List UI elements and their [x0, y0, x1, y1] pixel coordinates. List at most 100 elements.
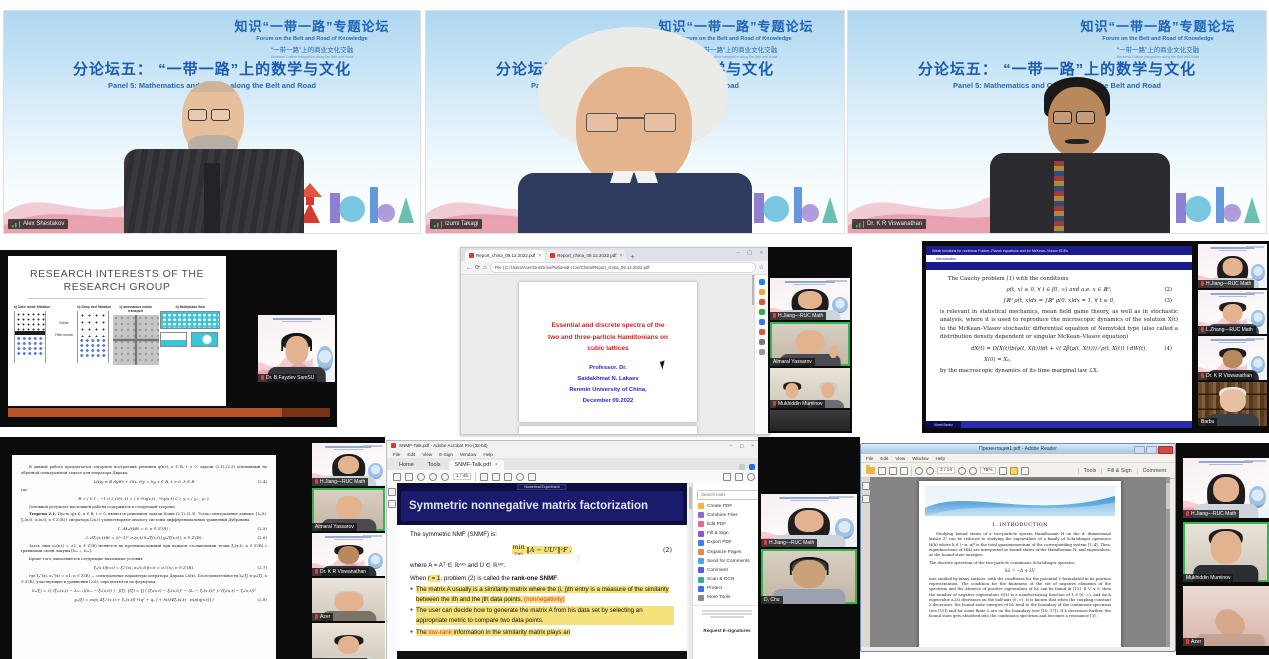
refresh-icon[interactable]: ⟳	[475, 264, 480, 271]
menu-esign[interactable]: E-Sign	[439, 452, 453, 457]
participant-video-speaking[interactable]: D. Chu	[761, 549, 857, 604]
participant-video[interactable]: H.Jiang—RUC Math	[312, 443, 385, 486]
tool-combine-files[interactable]: Combine Files	[693, 511, 761, 520]
participant-video[interactable]: Azer	[312, 578, 385, 621]
email-icon[interactable]	[900, 467, 908, 475]
maximize-button[interactable]	[1146, 446, 1157, 454]
fill-sign-button[interactable]: Fill & Sign	[1101, 468, 1136, 474]
participant-video[interactable]: H.Jiang—RUC Math	[1183, 458, 1269, 518]
email-icon[interactable]	[735, 473, 743, 481]
tab-close-icon[interactable]: ×	[620, 253, 623, 259]
bookmarks-icon[interactable]	[388, 488, 396, 496]
participant-video[interactable]: L.Zhang—RUC Math	[1198, 290, 1267, 334]
close-button[interactable]	[1158, 446, 1173, 454]
tool-protect[interactable]: Protect	[693, 584, 761, 593]
print-icon[interactable]	[405, 473, 413, 481]
participant-video-speaking[interactable]: Mukhiddin Muminov	[1183, 522, 1269, 582]
menu-window[interactable]: Window	[460, 452, 476, 457]
participant-video[interactable]	[770, 410, 850, 431]
url-field[interactable]: File | C:/Users/Acer/OneDrive/Рабочий ст…	[490, 262, 756, 273]
menu-file[interactable]: File	[393, 452, 400, 457]
zoom-level[interactable]: 75%	[980, 467, 996, 474]
browser-tab-2[interactable]: Report_china_09.12.2022.pdf×	[546, 250, 626, 261]
window-controls[interactable]: – ▢ ×	[730, 443, 757, 449]
tab-close-icon[interactable]: ×	[538, 253, 541, 259]
menu-edit[interactable]: Edit	[407, 452, 415, 457]
participant-video[interactable]: Dr. B.Fayziev SamSU	[258, 315, 335, 382]
page-up-icon[interactable]	[915, 467, 923, 475]
sidebar-icon[interactable]	[759, 299, 765, 305]
tool-fill-sign[interactable]: Fill & Sign	[693, 529, 761, 538]
window-controls[interactable]: – ▢ ×	[736, 250, 766, 256]
participant-video[interactable]: Dr. K R Viswanathan	[312, 533, 385, 576]
page-up-icon[interactable]	[429, 473, 437, 481]
menu-file[interactable]: File	[866, 456, 873, 461]
participant-video[interactable]: H.Jiang—RUC Math	[761, 494, 857, 547]
menu-window[interactable]: Window	[912, 456, 928, 461]
comment-icon[interactable]	[480, 473, 488, 481]
gear-icon[interactable]	[759, 349, 765, 355]
rotate-icon[interactable]	[516, 473, 524, 481]
participant-video[interactable]: Azer	[1183, 586, 1269, 646]
participant-video[interactable]: Mukhiddin Muminov	[312, 623, 385, 659]
request-esign-button[interactable]: Request E-signatures	[703, 628, 750, 633]
participant-video-speaking[interactable]: Almaral Yassarov	[770, 322, 850, 366]
tools-button[interactable]: Tools	[1078, 468, 1102, 474]
search-icon[interactable]	[759, 279, 765, 285]
zoom-out-icon[interactable]	[958, 467, 966, 475]
window-controls[interactable]	[1134, 446, 1173, 454]
favorites-icon[interactable]: ☆	[759, 264, 764, 271]
sidebar-icon[interactable]	[759, 319, 765, 325]
tool-export-pdf[interactable]: Export PDF	[693, 538, 761, 547]
tool-send-comments[interactable]: Send for Comments	[693, 557, 761, 566]
sidebar-icon[interactable]	[759, 329, 765, 335]
share-icon[interactable]	[723, 473, 731, 481]
page-indicator[interactable]: 1 / 45	[453, 473, 471, 480]
highlight-icon[interactable]	[504, 473, 512, 481]
tool-scan-ocr[interactable]: Scan & OCR	[693, 575, 761, 584]
participant-video[interactable]: Barbu	[1198, 382, 1267, 426]
print-icon[interactable]	[889, 467, 897, 475]
home-icon[interactable]: ⌂	[483, 265, 487, 271]
back-icon[interactable]: ←	[466, 265, 472, 271]
search-input[interactable]	[697, 490, 761, 500]
menu-help[interactable]: Help	[483, 452, 492, 457]
cloud-icon[interactable]	[747, 473, 755, 481]
sidebar-icon[interactable]	[759, 309, 765, 315]
zoom-in-icon[interactable]	[969, 467, 977, 475]
tab-tools[interactable]: Tools	[422, 460, 447, 470]
delete-icon[interactable]	[528, 473, 536, 481]
page-indicator[interactable]: 3 / 14	[937, 467, 955, 474]
comment-button[interactable]: Comment	[1137, 468, 1171, 474]
participant-video[interactable]: Dr. K R Viswanathan	[1198, 336, 1267, 380]
scrollbar[interactable]	[1166, 477, 1170, 647]
menu-edit[interactable]: Edit	[880, 456, 888, 461]
signature-pen-icon[interactable]	[1021, 467, 1029, 475]
participant-video[interactable]: H.Jiang—RUC Math	[1198, 244, 1267, 288]
minimize-button[interactable]	[1134, 446, 1145, 454]
open-icon[interactable]	[866, 467, 875, 474]
comment-bubble-icon[interactable]	[1010, 467, 1018, 475]
participant-video[interactable]: Mukhiddin Muminov	[770, 368, 850, 408]
speaker-video-1[interactable]: 知识“一带一路”专题论坛 Forum on the Belt and Road …	[3, 10, 421, 234]
bookmarks-icon[interactable]	[862, 495, 870, 503]
page-down-icon[interactable]	[441, 473, 449, 481]
tab-document[interactable]: SNMF-Talk.pdf×	[449, 460, 504, 470]
tool-more-tools[interactable]: More Tools	[693, 593, 761, 602]
tool-edit-pdf[interactable]: Edit PDF	[693, 520, 761, 529]
save-icon[interactable]	[393, 473, 401, 481]
tab-close-icon[interactable]: ×	[495, 462, 498, 468]
search-icon[interactable]	[417, 473, 425, 481]
menu-view[interactable]: View	[422, 452, 432, 457]
speaker-video-2[interactable]: 知识“一带一路”专题论坛 Forum on the Belt and Road …	[425, 10, 845, 234]
pen-icon[interactable]	[492, 473, 500, 481]
menu-view[interactable]: View	[895, 456, 905, 461]
new-tab-button[interactable]: +	[630, 254, 634, 261]
participant-video[interactable]: H.Jiang—RUC Math	[770, 278, 850, 320]
tool-comment[interactable]: Comment	[693, 566, 761, 575]
participant-video-speaking[interactable]: Almaral Yassarov	[312, 488, 385, 531]
thumbnails-icon[interactable]	[862, 482, 870, 490]
browser-tab-1[interactable]: Report_china_09.12.2022.pdf×	[465, 250, 545, 261]
save-icon[interactable]	[878, 467, 886, 475]
plus-icon[interactable]	[759, 339, 765, 345]
